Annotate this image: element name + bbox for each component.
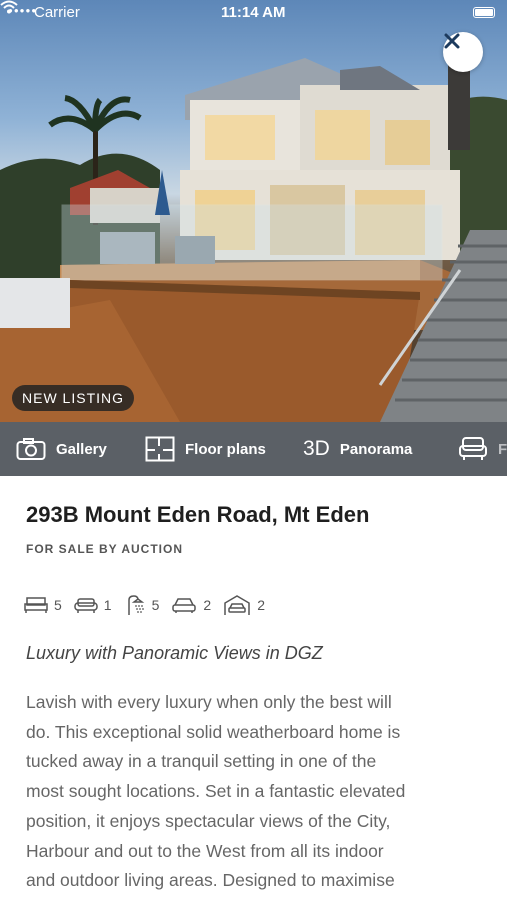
tab-furniture[interactable]: F bbox=[458, 422, 507, 476]
feature-bedrooms-count: 5 bbox=[54, 597, 62, 613]
property-features: 5 1 5 2 2 bbox=[24, 593, 277, 617]
description-line: position, it enjoys spectacular views of… bbox=[26, 810, 391, 831]
battery-icon bbox=[473, 7, 495, 18]
listing-address: 293B Mount Eden Road, Mt Eden bbox=[26, 502, 370, 527]
tab-floor-plans[interactable]: Floor plans bbox=[145, 422, 266, 476]
sale-method: FOR SALE BY AUCTION bbox=[26, 542, 184, 556]
tab-floor-plans-label: Floor plans bbox=[185, 440, 266, 458]
description-line: most sought locations. Set in a fantasti… bbox=[26, 781, 406, 802]
listing-description: Lavish with every luxury when only the b… bbox=[26, 688, 476, 896]
feature-garage-count: 2 bbox=[257, 597, 265, 613]
feature-parking-count: 2 bbox=[203, 597, 212, 613]
feature-bathrooms-count: 5 bbox=[151, 597, 160, 613]
3d-icon: 3D bbox=[303, 437, 330, 460]
tab-furniture-label: F bbox=[498, 440, 507, 458]
feature-parking: 2 bbox=[171, 596, 211, 614]
feature-garage: 2 bbox=[223, 594, 265, 616]
listing-headline: Luxury with Panoramic Views in DGZ bbox=[26, 643, 323, 663]
armchair-icon bbox=[459, 437, 487, 460]
wifi-icon bbox=[0, 0, 18, 14]
feature-living-count: 1 bbox=[103, 597, 112, 613]
sofa-icon bbox=[74, 598, 98, 613]
house-photo bbox=[0, 55, 507, 422]
status-bar: ●●●●● Carrier 11:14 AM bbox=[0, 0, 507, 28]
tab-panorama[interactable]: 3D Panorama bbox=[303, 422, 412, 476]
feature-bedrooms: 5 bbox=[24, 596, 62, 614]
car-icon bbox=[172, 598, 197, 613]
close-icon bbox=[444, 33, 460, 49]
shower-icon bbox=[127, 595, 144, 615]
feature-bathrooms: 5 bbox=[124, 594, 160, 616]
tab-gallery-label: Gallery bbox=[56, 440, 107, 458]
tab-gallery[interactable]: Gallery bbox=[16, 422, 107, 476]
description-line: tucked away in a tranquil setting in one… bbox=[26, 751, 377, 772]
garage-icon bbox=[224, 595, 250, 615]
bed-icon bbox=[24, 597, 48, 613]
listing-hero-photo[interactable]: ●●●●● Carrier 11:14 AM NEW LISTING bbox=[0, 0, 507, 422]
tab-panorama-label: Panorama bbox=[339, 440, 413, 458]
description-line: Lavish with every luxury when only the b… bbox=[26, 692, 392, 712]
new-listing-badge: NEW LISTING bbox=[12, 385, 135, 411]
description-line: do. This exceptional solid weatherboard … bbox=[26, 721, 401, 742]
close-button[interactable] bbox=[443, 32, 483, 72]
description-line: and outdoor living areas. Designed to ma… bbox=[26, 870, 395, 891]
status-time: 11:14 AM bbox=[221, 4, 286, 21]
floor-plan-icon bbox=[145, 436, 175, 462]
description-line: Harbour and out to the West from all its… bbox=[26, 840, 384, 861]
camera-icon bbox=[16, 438, 46, 460]
feature-living: 1 bbox=[74, 596, 112, 614]
carrier-label: Carrier bbox=[34, 4, 80, 21]
media-toolbar: Gallery Floor plans 3D Panorama F bbox=[0, 422, 507, 476]
